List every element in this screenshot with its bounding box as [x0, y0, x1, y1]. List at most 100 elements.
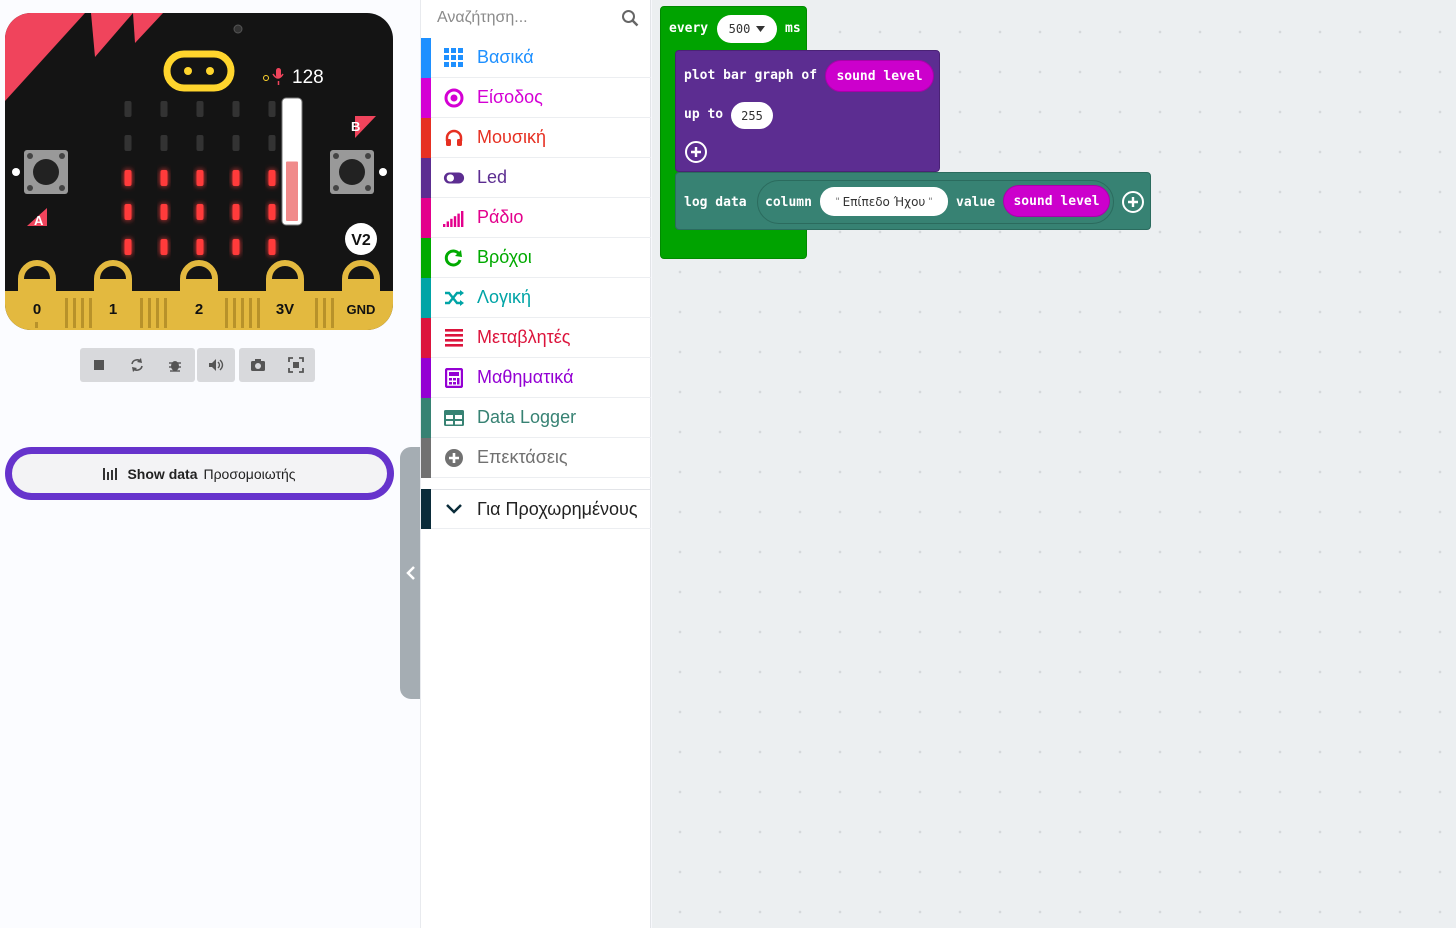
up-to-label: up to	[684, 107, 724, 122]
show-data-label: Show data	[127, 465, 198, 482]
pin-2[interactable]: 2	[180, 260, 218, 322]
category-10[interactable]: Επεκτάσεις	[421, 437, 651, 478]
chevron-down-icon	[443, 498, 465, 520]
column-name-input[interactable]: " Επίπεδο Ήχου "	[820, 187, 948, 216]
fullscreen-icon	[288, 357, 304, 373]
led-2-0	[124, 170, 132, 186]
interval-dropdown[interactable]: 500	[717, 15, 777, 43]
category-label: Ράδιο	[477, 207, 524, 227]
pin-label-2: 2	[195, 301, 203, 318]
category-7[interactable]: Μεταβλητές	[421, 317, 651, 358]
category-stripe	[421, 157, 431, 198]
debug-button[interactable]	[156, 348, 194, 382]
camera-icon	[251, 359, 265, 371]
category-6[interactable]: Λογική	[421, 277, 651, 318]
input-circle-icon	[443, 87, 465, 109]
search-input[interactable]	[437, 9, 617, 27]
log-data-block[interactable]: log data column " Επίπεδο Ήχου " value s…	[675, 172, 1151, 230]
volume-icon	[209, 359, 224, 371]
calculator-icon	[443, 367, 465, 389]
grid-icon	[443, 47, 465, 69]
expand-plot-button[interactable]	[685, 141, 707, 163]
category-9[interactable]: Data Logger	[421, 397, 651, 438]
every-keyword: every	[669, 21, 709, 36]
show-data-source-label: Προσομοιωτής	[203, 465, 296, 482]
category-3[interactable]: Led	[421, 157, 651, 198]
category-1[interactable]: Είσοδος	[421, 77, 651, 118]
category-label: Μουσική	[477, 127, 546, 147]
blocks-workspace[interactable]: every 500 ms plot bar graph of sound lev…	[652, 0, 1456, 928]
plot-bar-graph-block[interactable]: plot bar graph of sound level up to 255	[675, 50, 940, 172]
show-data-simulator-button[interactable]: Show data Προσομοιωτής	[5, 447, 394, 500]
button-a-label: A	[34, 213, 44, 228]
sound-level-slider[interactable]	[281, 97, 303, 226]
category-label: Λογική	[477, 287, 532, 307]
add-column-button[interactable]	[1122, 191, 1144, 213]
pin-1[interactable]: 1	[94, 260, 132, 322]
toolbox-search	[421, 0, 651, 36]
interval-unit: ms	[785, 21, 801, 36]
led-4-3	[232, 239, 240, 255]
restart-button[interactable]	[118, 348, 156, 382]
button-b-label: B	[351, 119, 360, 134]
bug-icon	[169, 361, 181, 372]
close-quote: "	[928, 196, 933, 207]
refresh-icon	[131, 358, 143, 372]
value-keyword: value	[956, 195, 996, 210]
stop-button[interactable]	[80, 348, 118, 382]
led-4-4	[268, 239, 276, 255]
category-label: Βασικά	[477, 47, 534, 67]
category-8[interactable]: Μαθηματικά	[421, 357, 651, 398]
led-3-1	[160, 204, 168, 220]
bar-chart-icon	[103, 467, 118, 480]
toggle-icon	[443, 167, 465, 189]
sound-level-reporter-2[interactable]: sound level	[1003, 185, 1110, 217]
plot-bar-graph-label: plot bar graph of	[684, 68, 818, 83]
pin-label-GND: GND	[347, 302, 376, 317]
microbit-board[interactable]: 128 A B V2 0 1 2 3V GND	[5, 13, 393, 330]
led-1-2	[196, 135, 204, 151]
max-value: 255	[741, 108, 763, 123]
category-label: Είσοδος	[477, 87, 543, 107]
chevron-left-icon	[406, 566, 415, 580]
category-5[interactable]: Βρόχοι	[421, 237, 651, 278]
led-0-1	[160, 101, 168, 117]
category-stripe	[421, 37, 431, 78]
screenshot-button[interactable]	[239, 348, 277, 382]
category-stripe	[421, 117, 431, 158]
category-stripe	[421, 237, 431, 278]
collapse-simulator-handle[interactable]	[400, 447, 422, 699]
category-2[interactable]: Μουσική	[421, 117, 651, 158]
sound-level-readout: 128	[292, 67, 324, 88]
fullscreen-button[interactable]	[277, 348, 315, 382]
signal-bars-icon	[443, 207, 465, 229]
led-1-4	[268, 135, 276, 151]
led-0-2	[196, 101, 204, 117]
category-stripe	[421, 397, 431, 438]
log-data-label: log data	[684, 195, 747, 210]
pin-label-3V: 3V	[276, 301, 294, 318]
search-icon[interactable]	[621, 9, 639, 27]
led-1-1	[160, 135, 168, 151]
category-0[interactable]: Βασικά	[421, 37, 651, 78]
pin-3V[interactable]: 3V	[266, 260, 304, 322]
led-0-3	[232, 101, 240, 117]
pin-GND[interactable]: GND	[342, 260, 380, 322]
led-0-4	[268, 101, 276, 117]
sound-level-reporter[interactable]: sound level	[825, 60, 934, 92]
led-0-0	[124, 101, 132, 117]
pin-0[interactable]: 0	[18, 260, 56, 322]
led-1-0	[124, 135, 132, 151]
refresh-icon	[443, 247, 465, 269]
category-4[interactable]: Ράδιο	[421, 197, 651, 238]
table-icon	[443, 407, 465, 429]
category-advanced[interactable]: Για Προχωρημένους	[421, 489, 651, 529]
led-2-4	[268, 170, 276, 186]
stop-icon	[94, 360, 104, 370]
category-stripe	[421, 317, 431, 358]
category-stripe	[421, 77, 431, 118]
column-keyword: column	[765, 195, 812, 210]
pin-label-0: 0	[33, 301, 41, 318]
max-value-input[interactable]: 255	[731, 102, 773, 129]
mute-button[interactable]	[197, 348, 235, 382]
